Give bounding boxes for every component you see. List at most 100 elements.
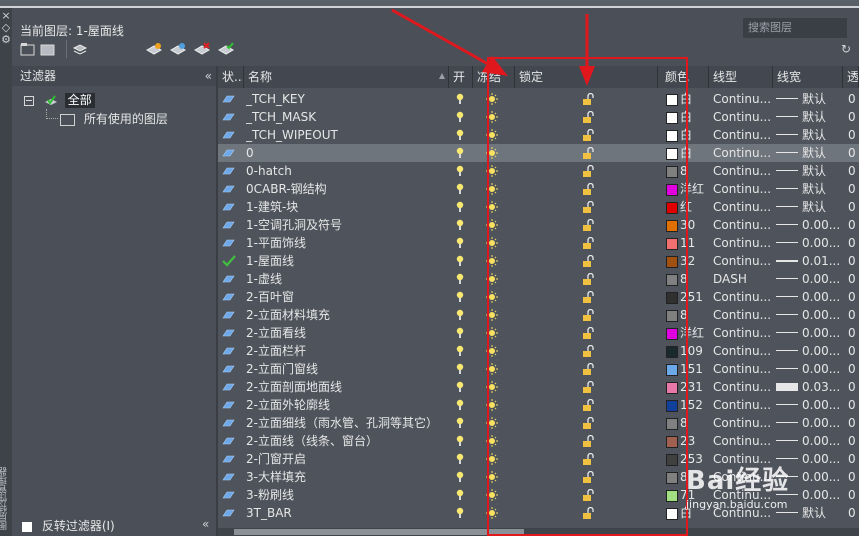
transparency-value[interactable]: 0 — [848, 504, 859, 522]
color-swatch[interactable] — [666, 220, 678, 232]
lineweight-value[interactable]: 0.00... — [802, 414, 848, 432]
lightbulb-icon[interactable] — [456, 399, 464, 411]
unlocked-icon[interactable] — [582, 291, 594, 303]
lightbulb-icon[interactable] — [456, 183, 464, 195]
layer-status-icon[interactable] — [222, 401, 235, 409]
layer-name[interactable]: 0 — [246, 144, 446, 162]
sun-icon[interactable] — [486, 273, 498, 285]
linetype-value[interactable]: Continu... — [713, 252, 771, 270]
color-swatch[interactable] — [666, 472, 678, 484]
layer-status-icon[interactable] — [222, 491, 235, 499]
lineweight-value[interactable]: 默认 — [802, 90, 848, 108]
layer-status-icon[interactable] — [222, 347, 235, 355]
color-name[interactable]: 8 — [680, 270, 708, 288]
col-status[interactable]: 状... — [218, 66, 244, 88]
layer-status-icon[interactable] — [222, 167, 235, 175]
layer-row[interactable]: 1-屋面线 32 Continu... 0.01... 0 — [218, 252, 859, 270]
lightbulb-icon[interactable] — [456, 255, 464, 267]
invert-filter[interactable]: 反转过滤器(I) « — [22, 517, 209, 534]
layer-status-icon[interactable] — [222, 203, 235, 211]
color-swatch[interactable] — [666, 94, 678, 106]
color-name[interactable]: 白 — [680, 90, 708, 108]
tree-collapse-icon[interactable] — [24, 95, 34, 106]
color-swatch[interactable] — [666, 256, 678, 268]
lineweight-value[interactable]: 默认 — [802, 126, 848, 144]
transparency-value[interactable]: 0 — [848, 270, 859, 288]
linetype-value[interactable]: Continu... — [713, 378, 771, 396]
layer-status-icon[interactable] — [222, 509, 235, 517]
layer-status-icon[interactable] — [222, 419, 235, 427]
linetype-value[interactable]: Continu... — [713, 216, 771, 234]
lightbulb-icon[interactable] — [456, 507, 464, 519]
color-name[interactable]: 洋红 — [680, 180, 708, 198]
sun-icon[interactable] — [486, 255, 498, 267]
lightbulb-icon[interactable] — [456, 273, 464, 285]
lineweight-value[interactable]: 默认 — [802, 162, 848, 180]
linetype-value[interactable]: Continu... — [713, 234, 771, 252]
layer-row[interactable]: 2-门窗开启 253 Continu... 0.00... 0 — [218, 450, 859, 468]
new-layer-icon[interactable] — [146, 42, 162, 56]
color-swatch[interactable] — [666, 130, 678, 142]
properties-icon[interactable]: ⚙ — [0, 34, 12, 45]
transparency-value[interactable]: 0 — [848, 324, 859, 342]
layer-name[interactable]: 2-立面剖面地面线 — [246, 378, 446, 396]
layer-name[interactable]: _TCH_WIPEOUT — [246, 126, 446, 144]
refresh-icon[interactable]: ↻ — [841, 43, 851, 55]
unlocked-icon[interactable] — [582, 237, 594, 249]
lineweight-value[interactable]: 默认 — [802, 144, 848, 162]
color-swatch[interactable] — [666, 202, 678, 214]
lineweight-value[interactable]: 0.00... — [802, 288, 848, 306]
invert-filter-checkbox[interactable] — [22, 521, 32, 532]
color-swatch[interactable] — [666, 418, 678, 430]
color-name[interactable]: 30 — [680, 216, 708, 234]
sun-icon[interactable] — [486, 345, 498, 357]
sun-icon[interactable] — [486, 471, 498, 483]
lineweight-value[interactable]: 0.00... — [802, 450, 848, 468]
color-name[interactable]: 151 — [680, 360, 708, 378]
linetype-value[interactable]: Continu... — [713, 414, 771, 432]
sun-icon[interactable] — [486, 363, 498, 375]
lightbulb-icon[interactable] — [456, 309, 464, 321]
lineweight-value[interactable]: 默认 — [802, 504, 848, 522]
unlocked-icon[interactable] — [582, 309, 594, 321]
color-name[interactable]: 红 — [680, 198, 708, 216]
layer-states-manager-icon[interactable] — [72, 42, 88, 56]
lineweight-value[interactable]: 0.00... — [802, 270, 848, 288]
color-name[interactable]: 白 — [680, 108, 708, 126]
layer-row[interactable]: 2-立面门窗线 151 Continu... 0.00... 0 — [218, 360, 859, 378]
linetype-value[interactable]: Continu... — [713, 396, 771, 414]
layer-row[interactable]: 3T_BAR 白 Continu... 默认 0 — [218, 504, 859, 522]
lightbulb-icon[interactable] — [456, 291, 464, 303]
unlocked-icon[interactable] — [582, 471, 594, 483]
lightbulb-icon[interactable] — [456, 435, 464, 447]
layer-name[interactable]: 3-大样填充 — [246, 468, 446, 486]
linetype-value[interactable]: Continu... — [713, 342, 771, 360]
lineweight-value[interactable]: 0.00... — [802, 396, 848, 414]
layer-name[interactable]: _TCH_MASK — [246, 108, 446, 126]
new-vp-frozen-layer-icon[interactable] — [170, 42, 186, 56]
color-swatch[interactable] — [666, 292, 678, 304]
sun-icon[interactable] — [486, 93, 498, 105]
layer-name[interactable]: _TCH_KEY — [246, 90, 446, 108]
linetype-value[interactable]: Continu... — [713, 288, 771, 306]
color-name[interactable]: 8 — [680, 306, 708, 324]
linetype-value[interactable]: DASH — [713, 270, 771, 288]
layer-row[interactable]: 2-立面外轮廓线 152 Continu... 0.00... 0 — [218, 396, 859, 414]
lightbulb-icon[interactable] — [456, 201, 464, 213]
layer-status-icon[interactable] — [222, 131, 235, 139]
horizontal-scrollbar[interactable] — [218, 528, 859, 536]
lightbulb-icon[interactable] — [456, 417, 464, 429]
color-name[interactable]: 白 — [680, 144, 708, 162]
color-name[interactable]: 洋红 — [680, 324, 708, 342]
layer-status-icon[interactable] — [222, 365, 235, 373]
lightbulb-icon[interactable] — [456, 489, 464, 501]
transparency-value[interactable]: 0 — [848, 486, 859, 504]
color-name[interactable]: 8 — [680, 162, 708, 180]
color-swatch[interactable] — [666, 400, 678, 412]
unlocked-icon[interactable] — [582, 507, 594, 519]
color-swatch[interactable] — [666, 112, 678, 124]
lineweight-value[interactable]: 默认 — [802, 108, 848, 126]
layer-status-icon[interactable] — [222, 95, 235, 103]
layer-status-icon[interactable] — [222, 149, 235, 157]
transparency-value[interactable]: 0 — [848, 126, 859, 144]
